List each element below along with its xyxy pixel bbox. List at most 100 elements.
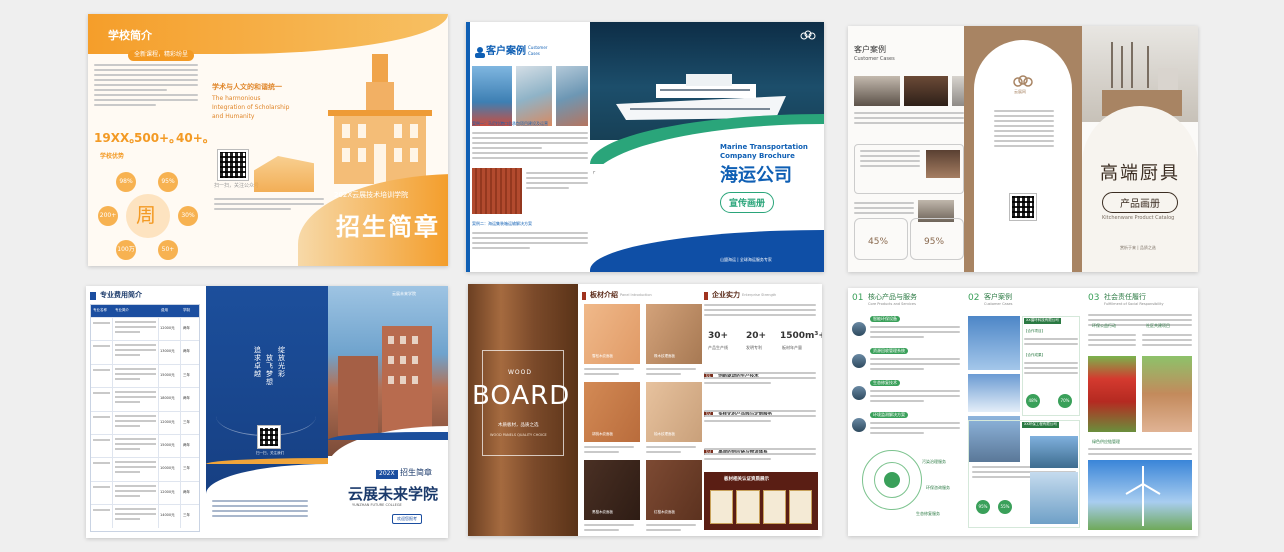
- wood-sample-label: 胡桃木纹面板: [592, 432, 613, 436]
- wood-sample-label: 柚木纹理面板: [654, 432, 675, 436]
- section-title-en: Fulfillment of Social Responsibility: [1104, 302, 1164, 306]
- fee-cell: 10000元: [159, 458, 181, 481]
- ring-value: 95%: [158, 172, 178, 192]
- case-card-photo: [926, 150, 960, 178]
- fee-cell: 14000元: [159, 505, 181, 528]
- table-row: 13000元 两年: [91, 340, 199, 364]
- certificate: [710, 490, 734, 524]
- sample-text: [584, 524, 634, 534]
- title-en: Marine Transportation: [720, 143, 808, 151]
- section-number: 02: [968, 293, 980, 303]
- brochure-school-blue[interactable]: 专业费用简介 专业名称 专业简介 费用 学制 12000元 两年 13000元 两年 1…: [86, 286, 448, 538]
- year-tag: 202X: [376, 470, 398, 479]
- case-2-text: [472, 232, 588, 252]
- apply-button[interactable]: 欢迎您报考: [392, 514, 422, 524]
- case-sub: 【合作成果】: [1024, 353, 1045, 357]
- duration-cell: 两年: [183, 489, 190, 494]
- case-1-text: [472, 132, 588, 162]
- wood-label: WOOD: [508, 369, 532, 376]
- wood-sample: 黑檀木纹面板: [584, 460, 640, 520]
- school-name-en: YUNZHAN FUTURE COLLEGE: [352, 503, 402, 507]
- title-en: Company Brochure: [720, 152, 795, 160]
- product-text: [870, 422, 960, 437]
- stat-value: 20+: [746, 331, 767, 341]
- case-photo-yard: [556, 66, 588, 126]
- case-photo-dam: [1030, 436, 1078, 468]
- logo-icon: [800, 30, 816, 40]
- table-row: 15000元 两年: [91, 433, 199, 458]
- qr-code[interactable]: [257, 425, 281, 449]
- product-item: 环境监测解决方案: [870, 412, 908, 419]
- resp-item: 社区共建项目: [1146, 323, 1170, 328]
- qr-code[interactable]: [217, 149, 249, 181]
- case-pct: 95%: [976, 500, 990, 514]
- fee-cell: 15000元: [159, 434, 181, 458]
- case-pct: 48%: [1026, 394, 1040, 408]
- duration-cell: 三年: [183, 372, 190, 377]
- section-title-en: Panel Introduction: [620, 293, 652, 297]
- case-photo-tower: [968, 316, 1020, 370]
- section-title: 客户案例: [486, 46, 526, 57]
- tagline: 木质板材，品质之选: [498, 423, 539, 428]
- subtitle-en: The harmonious: [212, 95, 261, 102]
- brochure-marine[interactable]: 客户案例 Customer Cases 案例一：马尼拉港口总承包项目建设及运营 …: [466, 22, 824, 272]
- section-title-en: Customer: [528, 45, 548, 50]
- fee-cell: 12000元: [159, 481, 181, 505]
- wind-turbine-icon: [1125, 466, 1161, 526]
- brochure-button[interactable]: 产品画册: [1102, 192, 1178, 213]
- center-char: 周: [136, 203, 156, 227]
- sample-text: [584, 446, 634, 456]
- case-photo-clouds: [968, 374, 1020, 412]
- product-item: 智能环保设备: [870, 316, 900, 323]
- qr-code[interactable]: [1009, 193, 1037, 221]
- fee-cell: 13000元: [159, 341, 181, 364]
- ring-value: 30%: [178, 206, 198, 226]
- brochure-kitchen[interactable]: 客户案例 Customer Cases 45% 95% 云展网 高端厨具 产品画…: [848, 26, 1198, 272]
- cert-title: 板材相关认证资质展示: [724, 477, 769, 482]
- table-row: 15000元 三年: [91, 363, 199, 388]
- ring-value: 100万: [116, 240, 136, 260]
- certificate: [762, 490, 786, 524]
- subtitle-en: and Humanity: [212, 113, 255, 120]
- stat-label: 产品生产线: [708, 345, 728, 350]
- strength-title: 企业实力: [712, 291, 740, 299]
- duration-cell: 两年: [183, 349, 190, 354]
- resp-photo-hands: [1142, 356, 1192, 432]
- extra-text: [854, 202, 914, 217]
- brochure-environment[interactable]: 01 核心产品与服务 Core Products and Services 智能…: [848, 288, 1198, 536]
- poem-column: 放飞梦想: [266, 354, 273, 387]
- title-cn: 高端厨具: [1100, 163, 1180, 184]
- fee-table: 专业名称 专业简介 费用 学制 12000元 两年 13000元 两年 15000元 三年…: [90, 304, 200, 532]
- brochure-school-orange[interactable]: 学校简介 全新课程，精彩纷呈 19XX。 500+。 40+。 学校优势 周 9…: [88, 14, 448, 266]
- table-row: 12000元 两年: [91, 317, 199, 341]
- wood-sample-label: 橡木纹理面板: [654, 354, 675, 358]
- case-2-title: 案例二：海运集装箱运输解决方案: [472, 221, 532, 226]
- title-cn: 海运公司: [720, 165, 792, 186]
- table-header: 费用: [161, 308, 168, 312]
- section-title-en: Customer Cases: [984, 302, 1013, 306]
- headline: 招生简章: [400, 468, 432, 477]
- duration-cell: 三年: [183, 513, 190, 518]
- scan-caption: 扫一扫，关注公众号: [214, 183, 260, 189]
- point-text: [704, 410, 816, 425]
- subtitle-cn: 学术与人文的和谐统一: [212, 83, 282, 91]
- brochure-wood[interactable]: WOOD BOARD 木质板材，品质之选 WOOD PANELS QUALITY…: [468, 284, 822, 536]
- case-photo-port: [472, 66, 512, 126]
- contact-text: [212, 500, 308, 520]
- scan-caption: 扫一扫，关注我们: [256, 451, 284, 455]
- kitchen-utensils-icon: [1102, 42, 1182, 116]
- case-1-title: 案例一：马尼拉港口总承包项目建设及运营: [472, 121, 548, 126]
- resp-text: [1088, 448, 1192, 458]
- school-name: 云展未来学院: [348, 485, 439, 503]
- product-text: [870, 390, 960, 405]
- brochure-button[interactable]: 宣传画册: [720, 192, 775, 213]
- advantages-title: 学校优势: [100, 153, 125, 160]
- product-photo: [852, 386, 866, 400]
- stat-value: 1500m³+: [780, 331, 822, 341]
- wood-sample-label: 红檀木纹面板: [654, 510, 675, 514]
- stat-label: 板材年产量: [782, 345, 802, 350]
- case-pct: 70%: [1058, 394, 1072, 408]
- resp-text: [1088, 334, 1136, 349]
- certificate: [736, 490, 760, 524]
- table-row: 10000元 三年: [91, 457, 199, 481]
